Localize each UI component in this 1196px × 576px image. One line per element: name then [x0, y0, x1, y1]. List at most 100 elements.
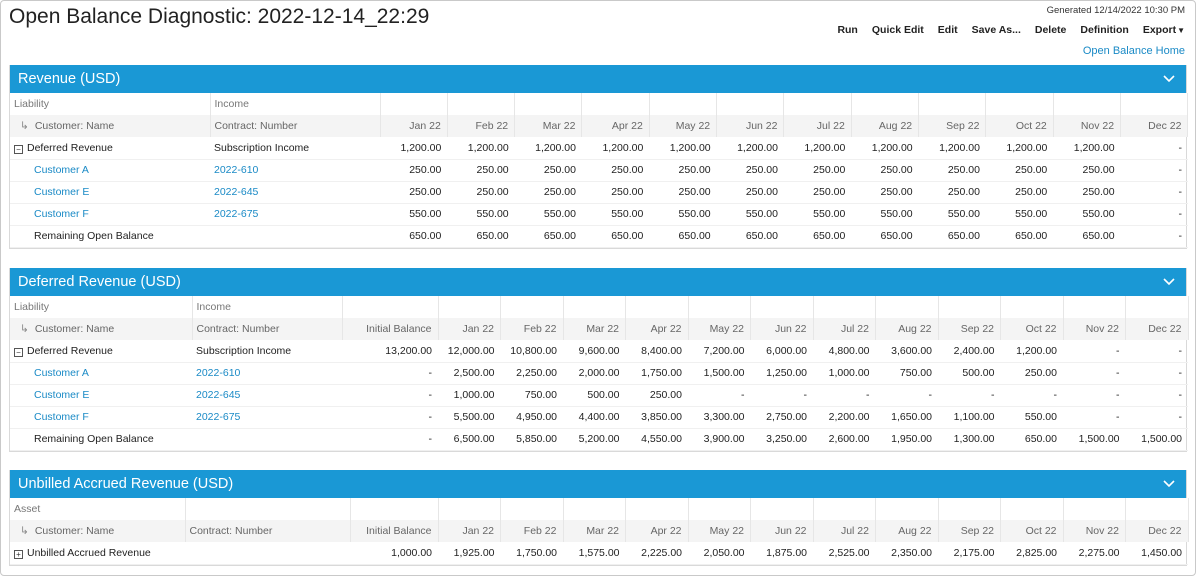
column-header-month[interactable]: Jun 22: [750, 520, 814, 542]
column-header-contract-number[interactable]: Contract: Number: [192, 318, 343, 340]
contract-link[interactable]: 2022-645: [214, 186, 258, 198]
column-header-month[interactable]: Apr 22: [625, 318, 689, 340]
value-cell: 550.00: [649, 203, 717, 226]
expand-plus-icon[interactable]: +: [14, 549, 23, 559]
value-cell: 2,200.00: [813, 406, 876, 429]
column-header-initial-balance[interactable]: Initial Balance: [350, 520, 439, 542]
customer-link[interactable]: Customer A: [34, 164, 89, 176]
column-header-month[interactable]: Nov 22: [1063, 520, 1126, 542]
column-header-month[interactable]: Apr 22: [581, 115, 650, 137]
row-label-cell: Customer A: [10, 362, 192, 385]
contract-cell: 2022-610: [192, 362, 342, 385]
column-header-month[interactable]: Feb 22: [447, 115, 516, 137]
column-header-month[interactable]: Jun 22: [750, 318, 814, 340]
column-header-month[interactable]: Mar 22: [563, 520, 626, 542]
value-cell: 550.00: [514, 203, 582, 226]
column-header-month[interactable]: Feb 22: [500, 318, 564, 340]
row-label-cell: Customer F: [10, 203, 210, 226]
income-label: Subscription Income: [196, 344, 292, 357]
value-cell: 1,450.00: [1125, 542, 1188, 565]
header-row: ↳ Customer: Name Contract: Number Jan 22 Feb…: [10, 115, 1189, 137]
column-header-month[interactable]: Oct 22: [1000, 318, 1064, 340]
column-header-month[interactable]: Jul 22: [813, 318, 876, 340]
subdirectory-arrow-icon: ↳: [20, 120, 29, 132]
row-label: Remaining Open Balance: [34, 433, 154, 445]
column-header-month[interactable]: May 22: [649, 115, 718, 137]
value-cell: 1,950.00: [875, 428, 938, 451]
quick-edit-button[interactable]: Quick Edit: [872, 24, 924, 36]
value-cell: 13,200.00: [342, 340, 438, 363]
column-header-month[interactable]: Dec 22: [1125, 318, 1189, 340]
header-row: Asset: [10, 498, 1189, 520]
value-cell: -: [1063, 406, 1126, 429]
contract-link[interactable]: 2022-610: [214, 164, 258, 176]
column-header-month[interactable]: Jan 22: [438, 318, 501, 340]
column-header-customer-name[interactable]: ↳ Customer: Name: [10, 115, 211, 137]
column-header-customer-name[interactable]: ↳ Customer: Name: [10, 520, 186, 542]
unbilled-table: Asset ↳ Customer: Name Contract: Number Init…: [10, 498, 1189, 565]
column-header-customer-name[interactable]: ↳ Customer: Name: [10, 318, 193, 340]
column-header-month[interactable]: Sep 22: [918, 115, 987, 137]
column-header-month[interactable]: Jul 22: [783, 115, 852, 137]
column-header-month[interactable]: Jan 22: [438, 520, 501, 542]
column-header-month[interactable]: Aug 22: [875, 520, 939, 542]
column-header-month[interactable]: Aug 22: [875, 318, 939, 340]
column-header-month[interactable]: Jun 22: [716, 115, 785, 137]
column-group-label: [185, 498, 351, 520]
column-header-month[interactable]: Oct 22: [985, 115, 1054, 137]
column-header-month[interactable]: Nov 22: [1063, 318, 1126, 340]
revenue-panel-title: Revenue (USD): [18, 71, 121, 87]
contract-link[interactable]: 2022-645: [196, 389, 240, 401]
column-header-month[interactable]: Dec 22: [1125, 520, 1189, 542]
column-header-contract-number[interactable]: Contract: Number: [185, 520, 351, 542]
run-button[interactable]: Run: [837, 24, 857, 36]
column-header-month[interactable]: Aug 22: [851, 115, 920, 137]
header-spacer: [500, 296, 564, 318]
column-header-month[interactable]: May 22: [688, 318, 751, 340]
column-header-month[interactable]: Jul 22: [813, 520, 876, 542]
customer-link[interactable]: Customer E: [34, 186, 89, 198]
collapse-minus-icon[interactable]: −: [14, 347, 23, 357]
customer-link[interactable]: Customer F: [34, 411, 89, 423]
definition-button[interactable]: Definition: [1080, 24, 1128, 36]
column-header-month[interactable]: Jan 22: [380, 115, 448, 137]
column-header-month[interactable]: Nov 22: [1053, 115, 1122, 137]
contract-link[interactable]: 2022-675: [196, 411, 240, 423]
column-header-month[interactable]: Feb 22: [500, 520, 564, 542]
value-cell: 650.00: [649, 225, 717, 248]
subdirectory-arrow-icon: ↳: [20, 525, 29, 537]
value-cell: -: [875, 384, 938, 407]
export-button[interactable]: Export▼: [1143, 24, 1185, 36]
revenue-panel-header: Revenue (USD): [10, 65, 1186, 93]
value-cell: -: [1125, 362, 1188, 385]
open-balance-home-link[interactable]: Open Balance Home: [1083, 45, 1185, 57]
collapse-minus-icon[interactable]: −: [14, 144, 23, 154]
customer-link[interactable]: Customer E: [34, 389, 89, 401]
column-header-month[interactable]: May 22: [688, 520, 751, 542]
column-header-month[interactable]: Dec 22: [1120, 115, 1189, 137]
column-header-month[interactable]: Mar 22: [563, 318, 626, 340]
contract-link[interactable]: 2022-675: [214, 208, 258, 220]
edit-button[interactable]: Edit: [938, 24, 958, 36]
column-header-month[interactable]: Sep 22: [938, 520, 1001, 542]
contract-link[interactable]: 2022-610: [196, 367, 240, 379]
column-group-label: Asset: [10, 498, 186, 520]
column-header-initial-balance[interactable]: Initial Balance: [342, 318, 439, 340]
column-header-month[interactable]: Sep 22: [938, 318, 1001, 340]
chevron-down-icon[interactable]: [1162, 72, 1176, 86]
column-header-month[interactable]: Apr 22: [625, 520, 689, 542]
delete-button[interactable]: Delete: [1035, 24, 1067, 36]
customer-link[interactable]: Customer A: [34, 367, 89, 379]
column-header-month[interactable]: Oct 22: [1000, 520, 1064, 542]
value-cell: 550.00: [1000, 406, 1063, 429]
column-header-month[interactable]: Mar 22: [514, 115, 583, 137]
chevron-down-icon[interactable]: [1162, 275, 1176, 289]
column-header-contract-number[interactable]: Contract: Number: [210, 115, 381, 137]
value-cell: 2,175.00: [938, 542, 1001, 565]
value-cell: -: [342, 406, 438, 429]
chevron-down-icon[interactable]: [1162, 477, 1176, 491]
save-as-button[interactable]: Save As...: [972, 24, 1021, 36]
customer-link[interactable]: Customer F: [34, 208, 89, 220]
value-cell: 1,200.00: [716, 137, 784, 160]
contract-cell: 2022-645: [192, 384, 342, 407]
